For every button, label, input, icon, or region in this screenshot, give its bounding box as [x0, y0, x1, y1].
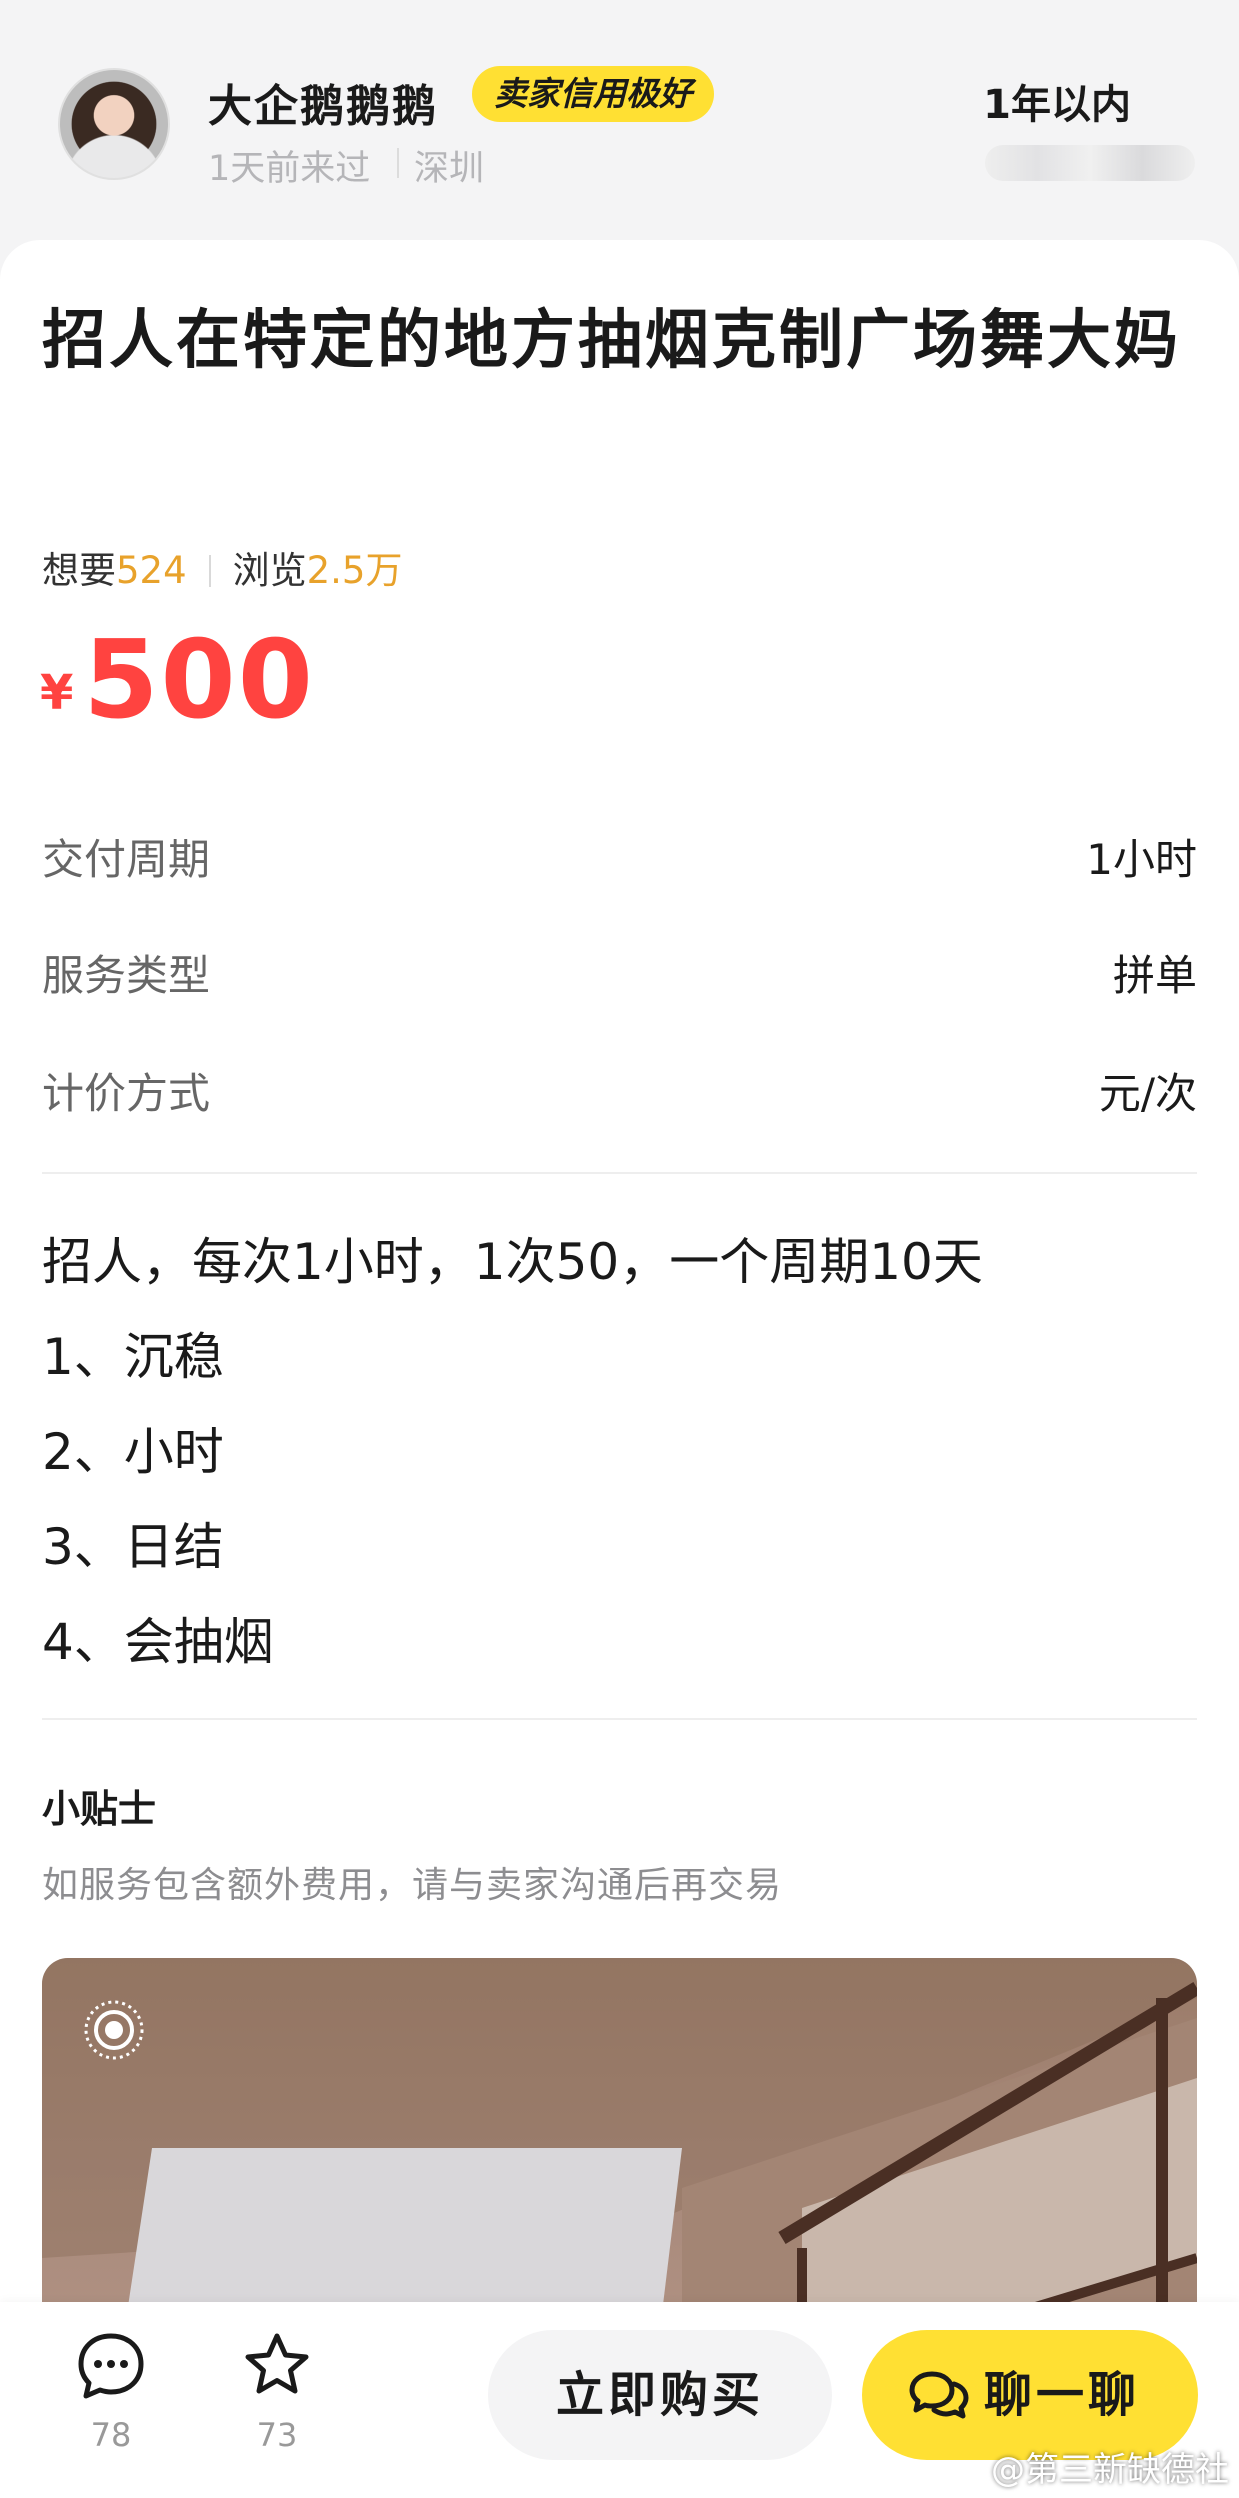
attribute-row: 交付周期 1小时: [42, 826, 1197, 886]
attribute-label: 交付周期: [42, 835, 211, 884]
description-line: 4、会抽烟: [42, 1613, 274, 1671]
attribute-value: 元/次: [1098, 1069, 1197, 1118]
want-count: 524: [116, 549, 187, 592]
comment-button[interactable]: 78: [56, 2330, 166, 2480]
tips-title: 小贴士: [42, 1787, 157, 1831]
attribute-label: 服务类型: [42, 951, 211, 1000]
meta-divider: [397, 148, 399, 178]
favorite-count: 73: [256, 2416, 298, 2454]
seller-duration: 1年以内: [983, 82, 1131, 128]
favorite-button[interactable]: 73: [222, 2330, 332, 2480]
seller-name[interactable]: 大企鹅鹅鹅: [208, 70, 438, 134]
chat-button[interactable]: 聊一聊: [862, 2330, 1198, 2460]
listing-page: 大企鹅鹅鹅 卖家信用极好 1天前来过 深圳 1年以内 招人在特定的地方抽烟克制广…: [0, 0, 1239, 2498]
description-line: 1、沉稳: [42, 1328, 224, 1386]
listing-stats: 想要524 浏览2.5万: [42, 540, 402, 594]
description-line: 2、小时: [42, 1423, 224, 1481]
attribute-value: 1小时: [1086, 835, 1197, 884]
attribute-label: 计价方式: [42, 1069, 211, 1118]
live-photo-icon[interactable]: [82, 1998, 146, 2062]
price: ¥500: [40, 618, 315, 743]
seller-location: 深圳: [414, 149, 485, 189]
buy-now-button[interactable]: 立即购买: [488, 2330, 832, 2460]
attribute-row: 计价方式 元/次: [42, 1060, 1197, 1120]
chat-label: 聊一聊: [984, 2367, 1141, 2423]
currency-symbol: ¥: [40, 665, 74, 721]
view-count: 2.5万: [306, 549, 403, 592]
seller-avatar[interactable]: [58, 68, 170, 180]
watermark: @第三新缺德社: [991, 2450, 1229, 2490]
attribute-row: 服务类型 拼单: [42, 942, 1197, 1002]
description: 招人，每次1小时，1次50，一个周期10天 1、沉稳 2、小时 3、日结 4、会…: [42, 1215, 983, 1690]
section-divider: [42, 1718, 1197, 1720]
want-label: 想要: [42, 549, 116, 592]
tips-text: 如服务包含额外费用，请与卖家沟通后再交易: [42, 1865, 783, 1906]
comment-count: 78: [90, 2416, 132, 2454]
section-divider: [42, 1172, 1197, 1174]
view-label: 浏览: [232, 549, 307, 592]
price-amount: 500: [83, 618, 315, 743]
description-line: 招人，每次1小时，1次50，一个周期10天: [42, 1233, 983, 1291]
star-icon: [245, 2333, 309, 2394]
blurred-text: [985, 145, 1195, 181]
listing-title: 招人在特定的地方抽烟克制广场舞大妈: [42, 304, 1181, 378]
credit-badge[interactable]: 卖家信用极好: [472, 66, 714, 122]
attribute-value: 拼单: [1112, 951, 1197, 1000]
stats-divider: [208, 555, 211, 587]
comment-icon: [78, 2333, 144, 2399]
last-seen-text: 1天前来过: [208, 149, 371, 189]
chat-bubble-icon: [909, 2371, 969, 2419]
description-line: 3、日结: [42, 1518, 224, 1576]
seller-header[interactable]: 大企鹅鹅鹅 卖家信用极好 1天前来过 深圳 1年以内: [0, 0, 1239, 240]
